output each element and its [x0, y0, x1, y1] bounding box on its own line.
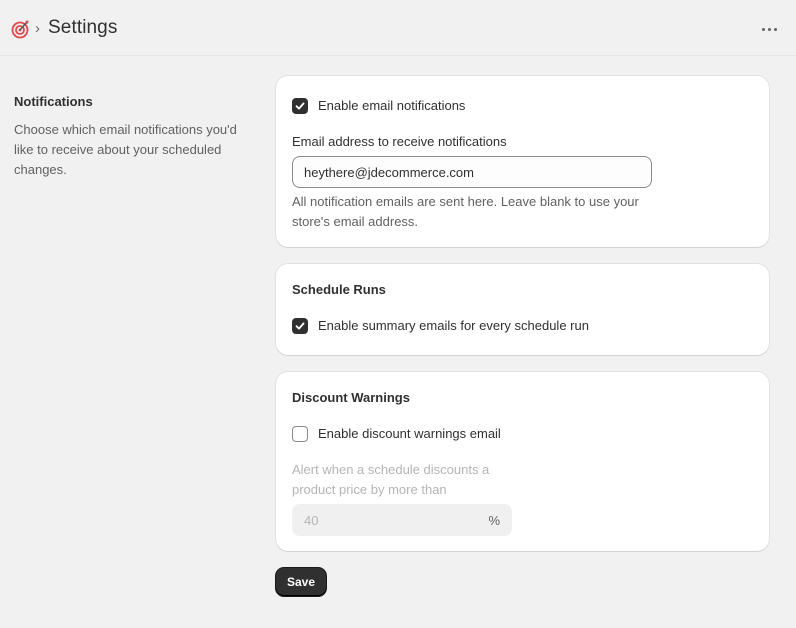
checkmark-icon[interactable] — [292, 98, 308, 114]
email-notifications-card: Enable email notifications Email address… — [276, 76, 769, 247]
email-field[interactable] — [292, 156, 652, 188]
page-title: Settings — [48, 17, 118, 38]
schedule-runs-title: Schedule Runs — [292, 282, 386, 297]
percent-suffix: % — [488, 512, 500, 528]
breadcrumb-separator: › — [35, 20, 40, 37]
email-help-text: All notification emails are sent here. L… — [292, 194, 639, 229]
checkmark-icon[interactable] — [292, 318, 308, 334]
enable-discount-warnings-label: Enable discount warnings email — [318, 426, 501, 441]
discount-threshold-input[interactable]: 40 % — [292, 504, 512, 536]
notifications-section-info: Notifications Choose which email notific… — [14, 93, 254, 180]
section-description: Choose which email notifications you'd l… — [14, 122, 237, 177]
enable-summary-emails-label: Enable summary emails for every schedule… — [318, 318, 589, 333]
schedule-runs-card: Schedule Runs Enable summary emails for … — [276, 264, 769, 355]
save-button[interactable]: Save — [276, 568, 326, 596]
enable-email-notifications-label: Enable email notifications — [318, 98, 466, 113]
enable-email-notifications-checkbox[interactable]: Enable email notifications — [292, 97, 465, 115]
enable-summary-emails-checkbox[interactable]: Enable summary emails for every schedule… — [292, 317, 589, 335]
top-bar: › Settings — [0, 0, 796, 56]
email-field-label: Email address to receive notifications — [292, 134, 507, 149]
discount-threshold-label: Alert when a schedule discounts a produc… — [292, 462, 490, 497]
section-heading: Notifications — [14, 94, 93, 109]
enable-discount-warnings-checkbox[interactable]: Enable discount warnings email — [292, 425, 501, 443]
discount-warnings-card: Discount Warnings Enable discount warnin… — [276, 372, 769, 551]
more-horizontal-icon[interactable] — [756, 18, 782, 40]
discount-threshold-value: 40 — [304, 512, 319, 528]
checkbox-box[interactable] — [292, 426, 308, 442]
discount-warnings-title: Discount Warnings — [292, 390, 410, 405]
target-icon[interactable] — [10, 19, 30, 39]
